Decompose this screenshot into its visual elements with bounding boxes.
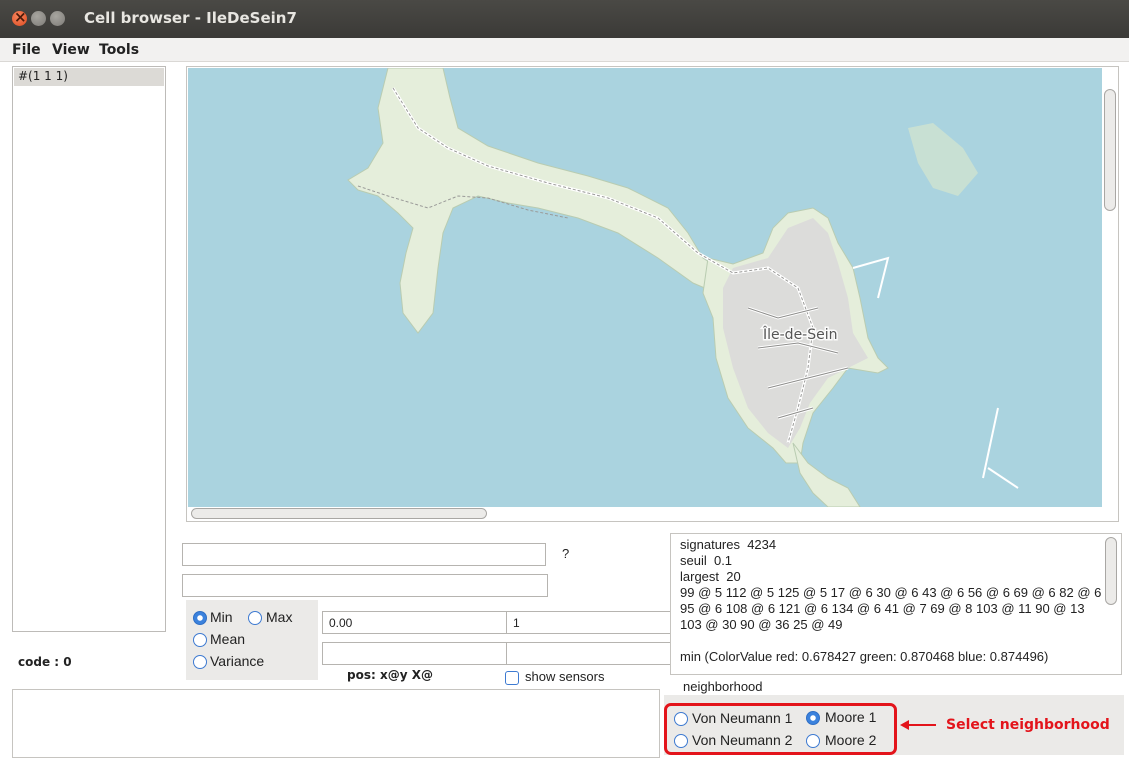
minimize-icon[interactable] [31,11,46,26]
query-field-2[interactable] [182,574,548,597]
pos-label: pos: x@y X@ [347,668,433,682]
output-text-area[interactable]: signatures 4234 seuil 0.1 largest 20 99 … [670,533,1122,675]
extra-field-1[interactable] [322,642,508,665]
annotation-arrow-icon [900,720,936,730]
title-bar: Cell browser - IleDeSein7 [0,0,1129,38]
menu-view[interactable]: View [52,42,90,58]
annotation-text: Select neighborhood [946,717,1110,733]
menu-bar: File View Tools [0,38,1129,62]
radio-variance[interactable] [193,655,207,669]
output-text: signatures 4234 seuil 0.1 largest 20 99 … [680,537,1102,664]
map-vertical-scrollbar[interactable] [1104,89,1116,211]
radio-mean[interactable] [193,633,207,647]
window-title: Cell browser - IleDeSein7 [84,9,297,27]
list-item[interactable]: #(1 1 1) [14,68,164,86]
range-high-field[interactable]: 1 [506,611,674,634]
south-tail [792,442,861,507]
radio-mean-label: Mean [210,631,246,647]
code-label: code : 0 [18,655,72,669]
radio-variance-label: Variance [210,653,265,669]
maximize-icon[interactable] [50,11,65,26]
show-sensors-checkbox[interactable] [505,671,519,685]
extra-field-2[interactable] [506,642,674,665]
range-low-field[interactable]: 0.00 [322,611,508,634]
close-icon[interactable] [12,8,27,26]
neighborhood-label: neighborhood [683,679,763,694]
menu-file[interactable]: File [12,42,41,58]
cell-list[interactable]: #(1 1 1) [12,66,166,632]
radio-min[interactable] [193,611,207,625]
query-field-1[interactable] [182,543,546,566]
log-area[interactable] [12,689,660,758]
map-drawing: Île-de-Sein Île-de-Sein [347,68,1019,507]
output-scrollbar[interactable] [1105,537,1117,605]
island-land [347,68,749,334]
menu-tools[interactable]: Tools [99,42,139,58]
radio-max[interactable] [248,611,262,625]
show-sensors-label: show sensors [525,669,605,684]
radio-max-label: Max [266,609,293,625]
map-place-label-fill: Île-de-Sein [762,325,838,343]
islet [908,123,978,196]
map-viewport[interactable]: Île-de-Sein Île-de-Sein [186,66,1119,522]
neighborhood-highlight-box [664,703,897,755]
help-label: ? [562,546,570,561]
radio-min-label: Min [210,609,233,625]
map-horizontal-scrollbar[interactable] [191,508,487,519]
map-canvas[interactable]: Île-de-Sein Île-de-Sein [188,68,1102,507]
